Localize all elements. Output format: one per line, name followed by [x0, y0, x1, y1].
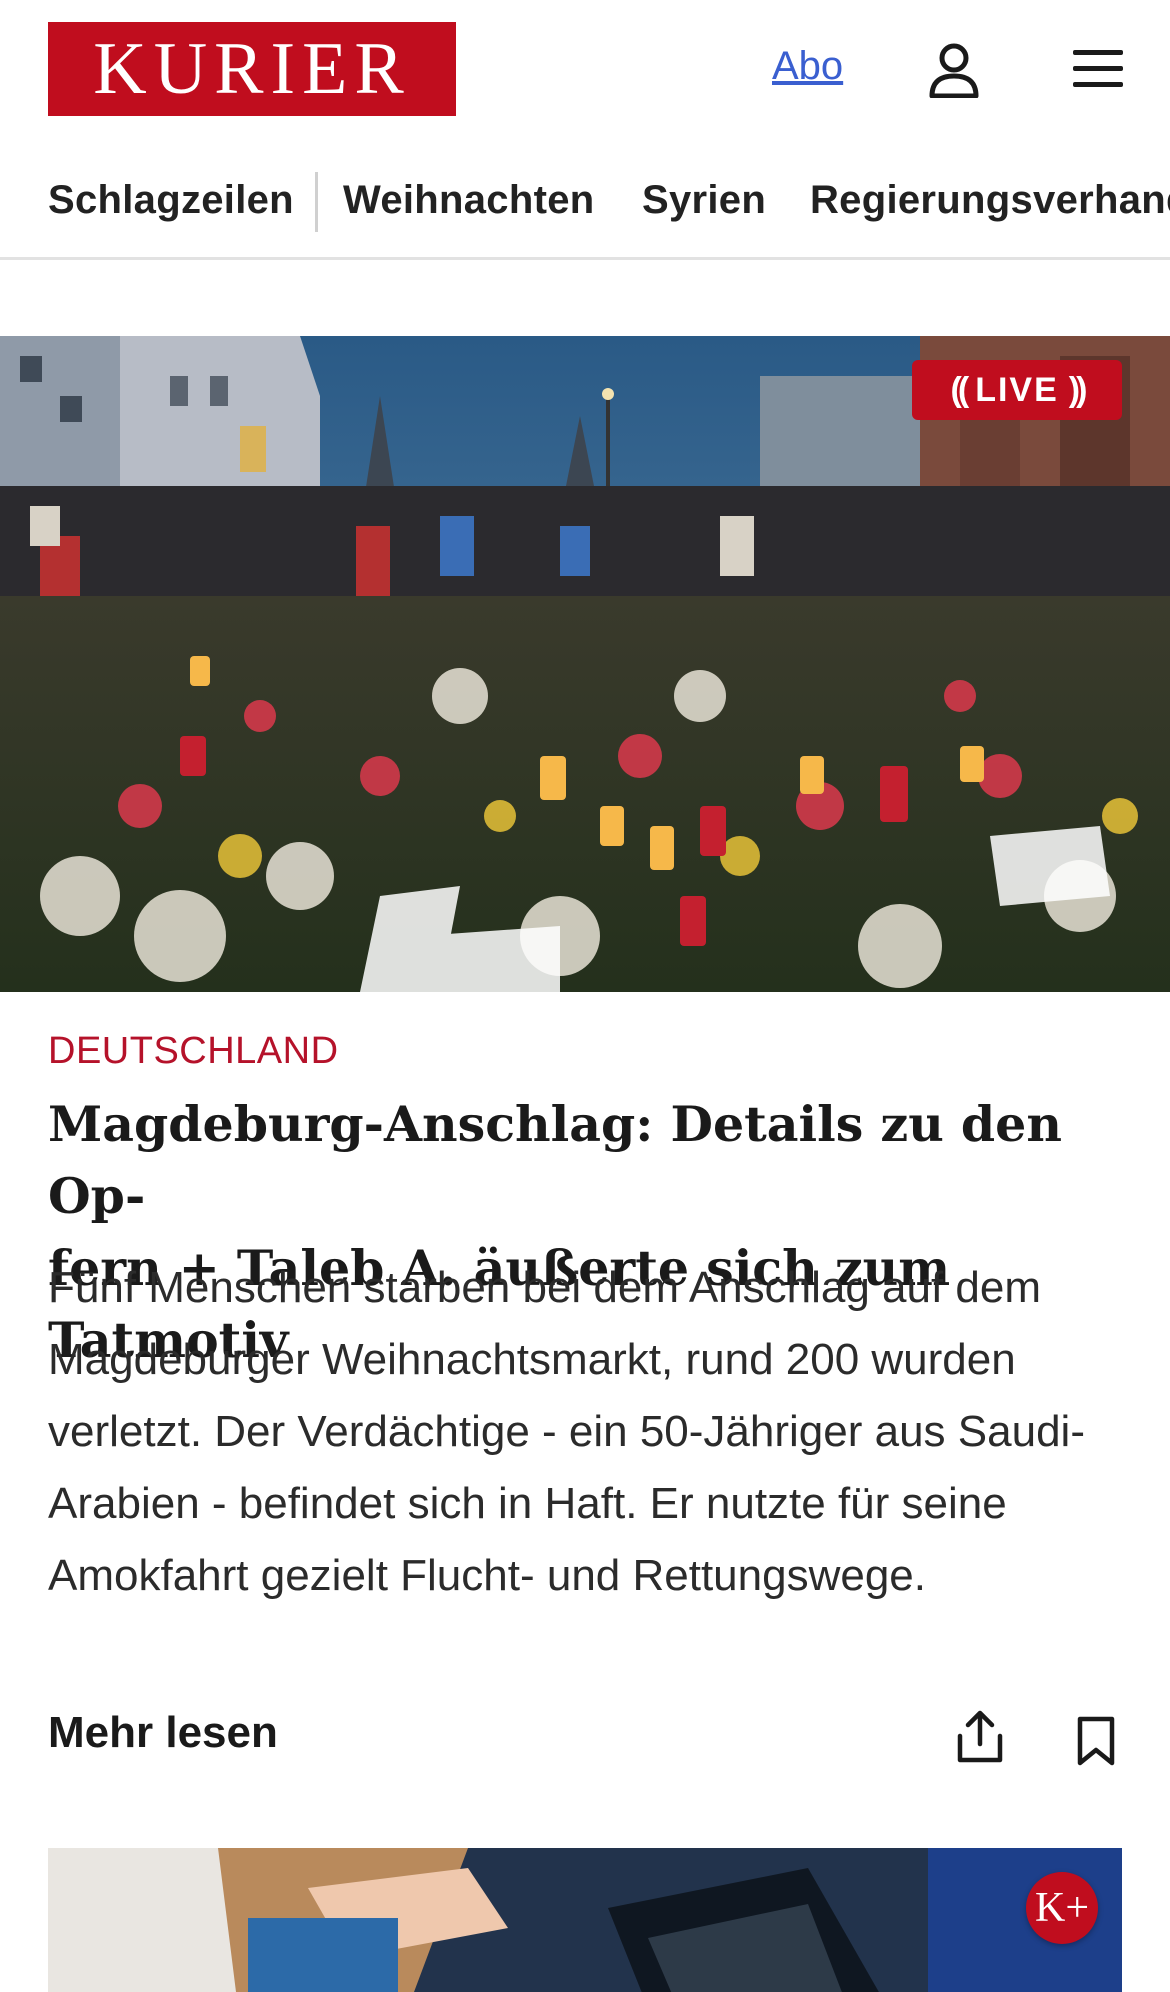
nav-item-schlagzeilen[interactable]: Schlagzeilen [48, 178, 294, 223]
kplus-badge: K+ [1026, 1872, 1098, 1944]
nav-item-weihnachten[interactable]: Weihnachten [343, 178, 594, 223]
next-article-image[interactable] [48, 1848, 1122, 1992]
user-icon[interactable] [928, 42, 980, 99]
nav-divider [315, 172, 318, 232]
page: KURIER Abo Schlagzeilen Weihnachten Syri… [0, 0, 1170, 1992]
headline-line-1: Magdeburg-Anschlag: Details zu den Op- [48, 1095, 1062, 1225]
nav-item-syrien[interactable]: Syrien [642, 178, 766, 223]
live-wave-left-icon: (( [950, 370, 970, 409]
menu-icon[interactable] [1071, 46, 1125, 92]
share-icon[interactable] [956, 1710, 1004, 1764]
topic-nav: Schlagzeilen Weihnachten Syrien Regierun… [0, 160, 1170, 260]
kurier-logo[interactable]: KURIER [48, 22, 456, 116]
article-teaser: Fünf Menschen starben bei dem Anschlag a… [48, 1263, 1085, 1600]
site-header: KURIER Abo [0, 0, 1170, 150]
abo-link[interactable]: Abo [772, 44, 843, 89]
read-more-link[interactable]: Mehr lesen [48, 1708, 278, 1758]
bookmark-icon[interactable] [1076, 1716, 1116, 1766]
hero-image[interactable]: (( LIVE )) [0, 336, 1170, 992]
nav-item-regierungsverhandlungen[interactable]: Regierungsverhand [810, 178, 1170, 223]
article-kicker[interactable]: DEUTSCHLAND [48, 1030, 339, 1073]
live-wave-right-icon: )) [1068, 370, 1088, 409]
live-badge: (( LIVE )) [912, 360, 1122, 420]
live-label: LIVE [975, 370, 1059, 409]
